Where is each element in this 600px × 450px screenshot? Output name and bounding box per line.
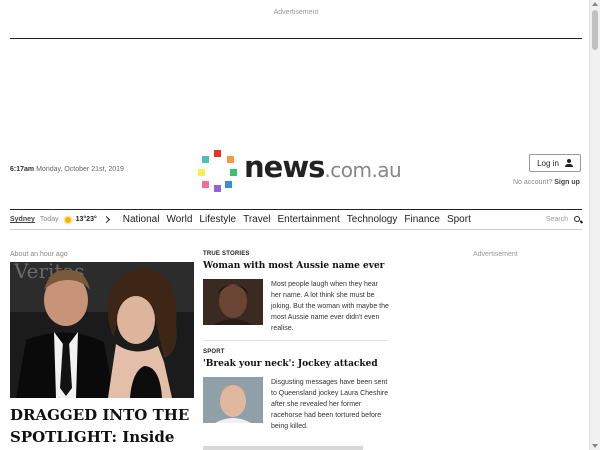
story-divider <box>203 340 387 341</box>
story-category[interactable]: TRUE STORIES <box>203 251 387 257</box>
chevron-right-icon[interactable] <box>102 215 110 224</box>
right-ad-label: Advertisement <box>473 251 518 258</box>
logo-dot <box>230 169 237 176</box>
weather-city[interactable]: Sydney <box>10 216 35 223</box>
story-card[interactable]: TRUE STORIES Woman with most Aussie name… <box>203 251 389 332</box>
nav-item-national[interactable]: National <box>123 214 160 225</box>
story-card[interactable]: SPORT 'Break your neck': Jockey attacked… <box>203 349 388 430</box>
login-button[interactable]: Log in <box>529 154 581 172</box>
no-account-prompt: No account? <box>513 179 553 186</box>
story-category[interactable]: SPORT <box>203 349 387 355</box>
logo-news: news <box>244 150 325 184</box>
top-divider <box>10 38 582 39</box>
nav-item-entertainment[interactable]: Entertainment <box>278 214 340 225</box>
story-thumb-photo <box>203 377 263 423</box>
logo-dot <box>214 150 221 157</box>
hero-image[interactable]: Veritas <box>10 262 194 398</box>
page-scrollbar[interactable] <box>589 0 600 450</box>
story-headline[interactable]: Woman with most Aussie name ever <box>203 261 387 271</box>
search-control[interactable]: Search <box>545 215 582 224</box>
search-label: Search <box>545 216 568 223</box>
story-thumbnail[interactable] <box>203 377 263 423</box>
nav-item-technology[interactable]: Technology <box>347 214 398 225</box>
hero-timestamp: About an hour ago <box>10 251 68 258</box>
logo-dot <box>227 156 234 163</box>
scrollbar-thumb[interactable] <box>592 10 598 50</box>
no-account-line: No account? Sign up <box>513 179 580 186</box>
search-icon[interactable] <box>574 215 582 224</box>
top-ad-label: Advertisement <box>273 9 319 16</box>
weather-today: Today <box>39 216 59 223</box>
story-thumb-photo <box>203 279 263 325</box>
sun-icon <box>64 216 71 223</box>
next-section-heading <box>203 446 363 450</box>
main-nav: Sydney Today 13°23° National World Lifes… <box>10 210 582 229</box>
header-date: Monday, October 21st, 2019 <box>36 166 124 173</box>
logo-domain: .com.au <box>324 158 402 182</box>
logo-dot <box>198 169 205 176</box>
nav-item-finance[interactable]: Finance <box>404 214 440 225</box>
story-thumbnail[interactable] <box>203 279 263 325</box>
logo-dots-icon <box>196 148 240 192</box>
logo-wordmark: news.com.au <box>244 150 402 184</box>
logo-dot <box>202 181 209 188</box>
nav-item-world[interactable]: World <box>166 214 192 225</box>
weather-widget[interactable]: Sydney Today 13°23° <box>10 215 110 224</box>
hero-photo: Veritas <box>10 262 194 398</box>
logo-dot <box>214 185 221 192</box>
login-label: Log in <box>537 158 559 168</box>
story-excerpt: Disgusting messages have been sent to Qu… <box>271 379 389 430</box>
nav-item-lifestyle[interactable]: Lifestyle <box>199 214 236 225</box>
scroll-up-icon[interactable] <box>592 2 598 6</box>
nav-item-travel[interactable]: Travel <box>243 214 270 225</box>
signup-link[interactable]: Sign up <box>554 179 580 186</box>
user-icon <box>564 159 573 167</box>
site-logo[interactable]: news.com.au <box>196 148 402 192</box>
nav-bottom-rule <box>10 229 582 230</box>
story-excerpt: Most people laugh when they hear her nam… <box>271 281 389 332</box>
scroll-down-icon[interactable] <box>592 444 598 448</box>
nav-item-sport[interactable]: Sport <box>447 214 471 225</box>
logo-dot <box>225 181 232 188</box>
header-datetime: 6:17am Monday, October 21st, 2019 <box>10 166 124 173</box>
header-time: 6:17am <box>10 166 35 173</box>
logo-dot <box>202 156 209 163</box>
hero-headline[interactable]: DRAGGED INTO THE SPOTLIGHT: Inside <box>10 404 200 448</box>
story-headline[interactable]: 'Break your neck': Jockey attacked <box>203 359 387 369</box>
weather-temps: 13°23° <box>75 216 97 223</box>
